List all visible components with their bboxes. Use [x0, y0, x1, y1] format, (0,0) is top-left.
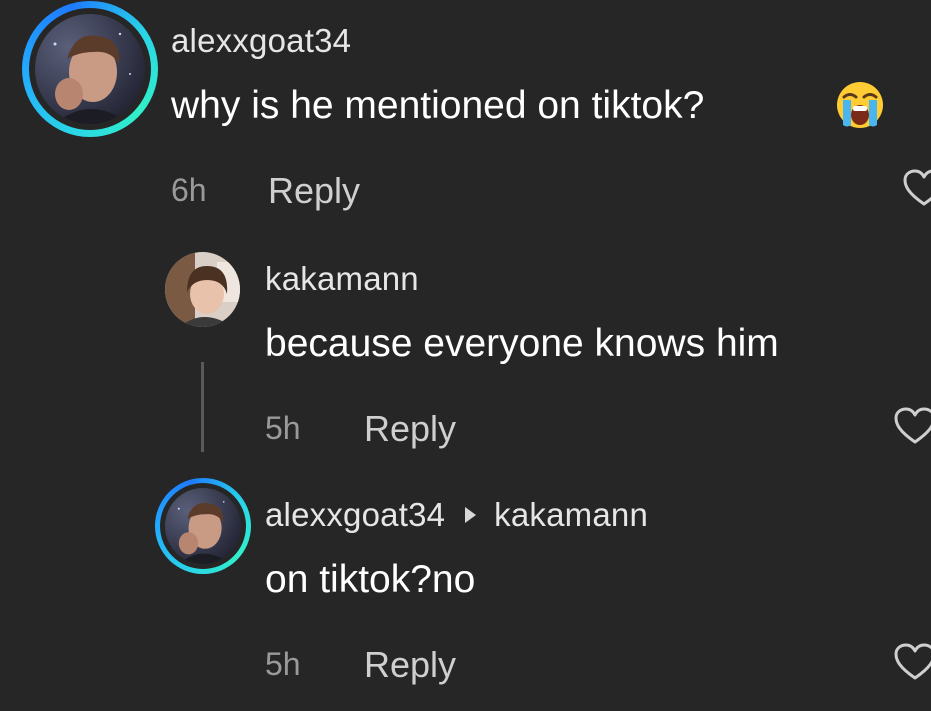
avatar-kakamann[interactable]	[165, 252, 240, 327]
comment-username[interactable]: alexxgoat34	[265, 496, 445, 533]
reply-button[interactable]: Reply	[268, 170, 360, 212]
reply-to-username[interactable]: kakamann	[494, 496, 648, 533]
thread-line	[201, 362, 204, 452]
heart-outline-icon[interactable]	[893, 642, 931, 682]
avatar-photo	[165, 252, 240, 327]
heart-outline-icon[interactable]	[902, 168, 931, 208]
comment-timestamp: 6h	[171, 172, 207, 208]
avatar-photo	[35, 14, 145, 124]
comment-timestamp: 5h	[265, 410, 301, 446]
avatar-alexxgoat34[interactable]	[22, 1, 158, 137]
loudly-crying-face-icon	[837, 82, 883, 128]
reply-header: alexxgoat34 kakamann	[265, 496, 648, 534]
comment-text: because everyone knows him	[265, 322, 779, 365]
reply-button[interactable]: Reply	[364, 644, 456, 686]
comment-username[interactable]: kakamann	[265, 260, 419, 298]
avatar-alexxgoat34[interactable]	[155, 478, 251, 574]
triangle-right-icon	[465, 507, 477, 523]
comment-timestamp: 5h	[265, 646, 301, 682]
comment-username[interactable]: alexxgoat34	[171, 22, 351, 60]
reply-button[interactable]: Reply	[364, 408, 456, 450]
avatar-photo	[165, 488, 241, 564]
comment-text: why is he mentioned on tiktok?	[171, 84, 705, 127]
comment-text: on tiktok?no	[265, 558, 476, 601]
heart-outline-icon[interactable]	[893, 406, 931, 446]
